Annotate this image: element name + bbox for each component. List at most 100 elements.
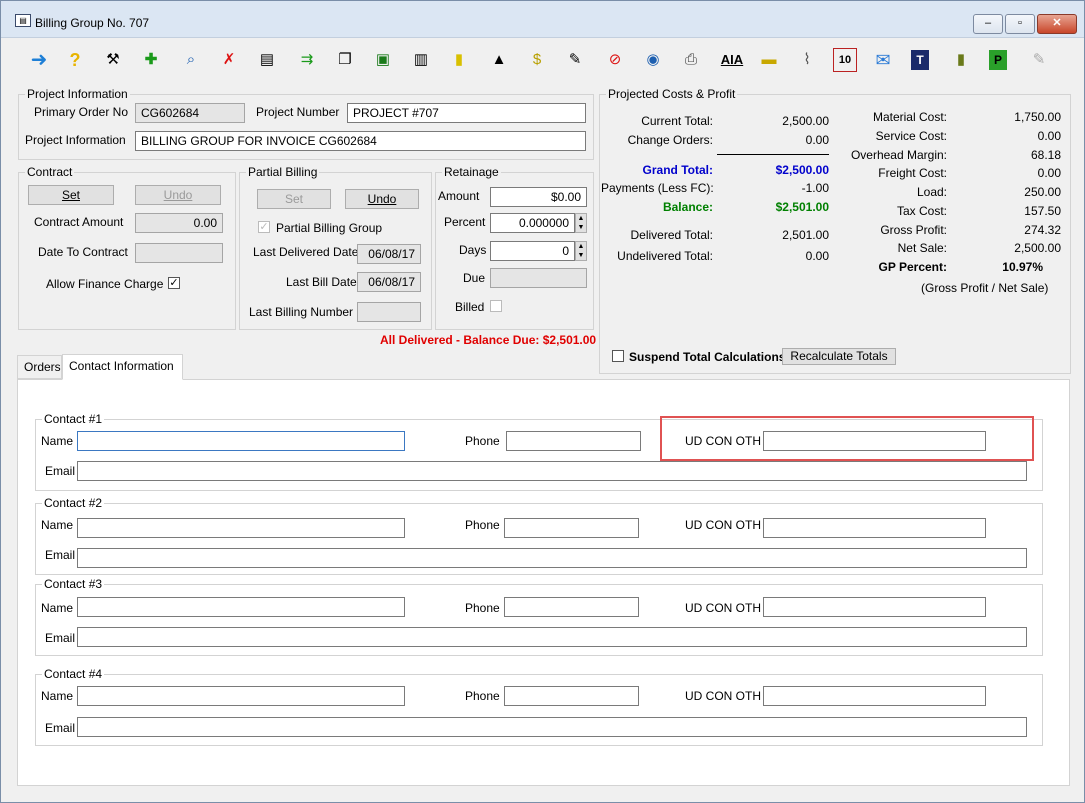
- project-info-field[interactable]: BILLING GROUP FOR INVOICE CG602684: [135, 131, 586, 151]
- material-cost-label: Material Cost:: [872, 110, 947, 124]
- last-delivered-field[interactable]: 06/08/17: [357, 244, 421, 264]
- retainage-percent-field[interactable]: 0.000000: [490, 213, 575, 233]
- back-arrow-icon[interactable]: ➜: [27, 48, 51, 72]
- maximize-button[interactable]: ▫: [1005, 14, 1035, 34]
- tax-cost-label: Tax Cost:: [896, 204, 947, 218]
- note-icon[interactable]: ▮: [447, 48, 471, 72]
- delete-icon[interactable]: ✗: [217, 48, 241, 72]
- partial-billing-group-label: Partial Billing Group: [276, 221, 383, 235]
- percent-spinner[interactable]: ▲ ▼: [575, 213, 587, 233]
- status-message: All Delivered - Balance Due: $2,501.00: [380, 333, 597, 347]
- net-sale-label: Net Sale:: [897, 241, 947, 255]
- gp-note: (Gross Profit / Net Sale): [921, 281, 1049, 295]
- aia-icon[interactable]: AIA: [717, 48, 747, 72]
- mail-icon[interactable]: ✉: [871, 48, 895, 72]
- block-icon[interactable]: ⊘: [603, 48, 627, 72]
- recalculate-totals-button[interactable]: Recalculate Totals: [782, 348, 896, 365]
- retainage-title: Retainage: [442, 165, 501, 179]
- money-icon[interactable]: ▣: [371, 48, 395, 72]
- contact-3-phone-field[interactable]: [504, 597, 639, 617]
- material-cost-value: 1,750.00: [1014, 110, 1061, 124]
- contact-2-phone-label: Phone: [465, 518, 500, 532]
- contact-2-name-field[interactable]: [77, 518, 405, 538]
- ticket-icon[interactable]: ▬: [757, 48, 781, 72]
- pencil-icon[interactable]: ✎: [1027, 48, 1051, 72]
- new-icon[interactable]: ✚: [139, 48, 163, 72]
- last-bill-date-field[interactable]: 06/08/17: [357, 272, 421, 292]
- contact-2-email-field[interactable]: [77, 548, 1027, 568]
- document-icon[interactable]: ▥: [409, 48, 433, 72]
- contract-title: Contract: [25, 165, 75, 179]
- paperclip-icon[interactable]: ⌇: [795, 48, 819, 72]
- contact-4-email-field[interactable]: [77, 717, 1027, 737]
- project-number-field[interactable]: PROJECT #707: [347, 103, 586, 123]
- search-icon[interactable]: ⌕: [179, 48, 203, 72]
- title-bar: ▤ Billing Group No. 707 ‒ ▫ ✕: [1, 1, 1084, 38]
- primary-order-field[interactable]: CG602684: [135, 103, 245, 123]
- up-arrow-icon[interactable]: ▲: [487, 48, 511, 72]
- date-to-contract-label: Date To Contract: [38, 245, 128, 259]
- close-button[interactable]: ✕: [1037, 14, 1077, 34]
- contact-2-phone-field[interactable]: [504, 518, 639, 538]
- contact-4-name-field[interactable]: [77, 686, 405, 706]
- retainage-days-label: Days: [459, 243, 487, 257]
- ledger-icon[interactable]: ▤: [255, 48, 279, 72]
- help-icon[interactable]: ?: [63, 48, 87, 72]
- contact-3-email-field[interactable]: [77, 627, 1027, 647]
- contact-3-ud-field[interactable]: [763, 597, 986, 617]
- minimize-button[interactable]: ‒: [973, 14, 1003, 34]
- t-icon[interactable]: T: [911, 50, 929, 70]
- contract-amount-field[interactable]: 0.00: [135, 213, 223, 233]
- contract-undo-button[interactable]: Undo: [135, 185, 221, 205]
- retainage-billed-label: Billed: [455, 300, 485, 314]
- load-value: 250.00: [1024, 185, 1061, 199]
- book-icon[interactable]: ▮: [949, 48, 973, 72]
- partial-undo-button[interactable]: Undo: [345, 189, 419, 209]
- gross-profit-value: 274.32: [1024, 223, 1061, 237]
- contact-4-phone-label: Phone: [465, 689, 500, 703]
- gp-percent-label: GP Percent:: [878, 260, 947, 274]
- tab-orders[interactable]: Orders: [17, 355, 62, 379]
- folder-dollar-icon[interactable]: $: [525, 48, 549, 72]
- wrench-icon[interactable]: ⚒: [101, 48, 125, 72]
- current-total-label: Current Total:: [641, 114, 713, 128]
- contact-2-email-label: Email: [45, 548, 76, 562]
- copy-icon[interactable]: ❐: [333, 48, 357, 72]
- suspend-calculations-checkbox[interactable]: [612, 350, 624, 362]
- contact-1-name-field[interactable]: [77, 431, 405, 451]
- tab-contact-information[interactable]: Contact Information: [62, 354, 183, 380]
- retainage-days-field[interactable]: 0: [490, 241, 575, 261]
- preview-icon[interactable]: ◉: [641, 48, 665, 72]
- add-item-icon[interactable]: ⇉: [295, 48, 319, 72]
- contract-amount-label: Contract Amount: [34, 215, 124, 229]
- contact-1-phone-field[interactable]: [506, 431, 641, 451]
- contact-4-phone-field[interactable]: [504, 686, 639, 706]
- contact-4-ud-field[interactable]: [763, 686, 986, 706]
- retainage-due-field[interactable]: [490, 268, 587, 288]
- p-icon[interactable]: P: [989, 50, 1007, 70]
- allow-finance-charge-checkbox[interactable]: ✓: [168, 277, 180, 289]
- print-icon[interactable]: ⎙: [679, 48, 703, 72]
- contact-1-email-field[interactable]: [77, 461, 1027, 481]
- partial-billing-group-checkbox[interactable]: ✓: [258, 221, 270, 233]
- overhead-margin-value: 68.18: [1030, 148, 1061, 162]
- contract-set-button[interactable]: Set: [28, 185, 114, 205]
- undelivered-total-value: 0.00: [805, 249, 829, 263]
- balance-value: $2,501.00: [775, 200, 829, 214]
- total-divider: [717, 154, 829, 155]
- calendar-icon[interactable]: 10: [833, 48, 857, 72]
- days-spinner[interactable]: ▲ ▼: [575, 241, 587, 261]
- partial-set-button[interactable]: Set: [257, 189, 331, 209]
- service-cost-label: Service Cost:: [875, 129, 947, 143]
- report-icon[interactable]: ✎: [563, 48, 587, 72]
- contact-2-ud-field[interactable]: [763, 518, 986, 538]
- contact-2-title: Contact #2: [42, 496, 105, 510]
- retainage-billed-checkbox[interactable]: [490, 300, 502, 312]
- contact-3-name-field[interactable]: [77, 597, 405, 617]
- date-to-contract-field[interactable]: [135, 243, 223, 263]
- last-billing-number-field[interactable]: [357, 302, 421, 322]
- delivered-total-label: Delivered Total:: [630, 228, 714, 242]
- gross-profit-label: Gross Profit:: [880, 223, 947, 237]
- load-label: Load:: [916, 185, 947, 199]
- retainage-amount-field[interactable]: $0.00: [490, 187, 587, 207]
